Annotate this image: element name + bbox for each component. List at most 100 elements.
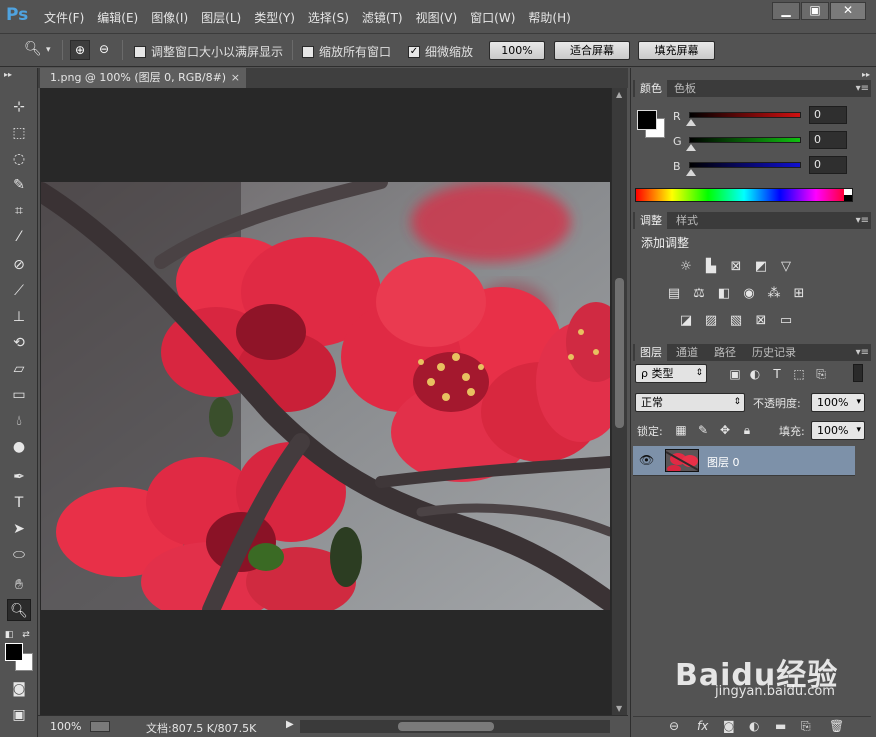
menu-file[interactable]: 文件(F) [44, 9, 84, 26]
restore-button[interactable]: ▣ [801, 2, 829, 20]
menu-view[interactable]: 视图(V) [416, 9, 458, 26]
exposure-icon[interactable]: ◩ [752, 259, 770, 275]
tab-adjustments[interactable]: 调整 [635, 212, 667, 229]
history-brush-tool-icon[interactable]: ⟲ [7, 332, 31, 354]
menu-help[interactable]: 帮助(H) [528, 9, 570, 26]
brush-tool-icon[interactable]: ⟋ [7, 280, 31, 302]
threshold-icon[interactable]: ▧ [727, 313, 745, 329]
scrubby-zoom-checkbox[interactable]: ✓ 细微缩放 [408, 43, 473, 60]
selective-color-icon[interactable]: ⊠ [752, 313, 770, 329]
blend-mode-dropdown[interactable]: 正常 ⇕ [635, 393, 745, 412]
menu-type[interactable]: 类型(Y) [254, 9, 295, 26]
quick-mask-icon[interactable]: ◙ [7, 678, 31, 700]
tab-swatches[interactable]: 色板 [669, 80, 701, 97]
collapse-panels-icon[interactable]: ▸▸ [862, 70, 870, 79]
resize-windows-checkbox[interactable]: 调整窗口大小以满屏显示 [134, 43, 283, 60]
zoom-tool-icon[interactable]: 🔍︎ [7, 599, 31, 621]
black-white-swatch[interactable] [844, 189, 852, 201]
scroll-thumb[interactable] [615, 278, 624, 428]
green-slider-track[interactable] [689, 137, 801, 143]
levels-icon[interactable]: ▙ [702, 259, 720, 275]
slider-handle[interactable] [686, 119, 696, 126]
slider-handle[interactable] [686, 169, 696, 176]
add-mask-icon[interactable]: ◙ [723, 719, 735, 733]
document-image[interactable] [41, 182, 610, 610]
filter-toggle[interactable] [853, 364, 863, 382]
panel-menu-icon[interactable]: ▾≡ [856, 344, 869, 361]
blur-tool-icon[interactable]: 💧︎ [7, 410, 31, 432]
invert-icon[interactable]: ◪ [677, 313, 695, 329]
fit-screen-button[interactable]: 适合屏幕 [554, 41, 630, 60]
visibility-eye-icon[interactable]: 👁︎ [639, 453, 654, 467]
posterize-icon[interactable]: ▨ [702, 313, 720, 329]
menu-select[interactable]: 选择(S) [308, 9, 349, 26]
hue-saturation-icon[interactable]: ▤ [665, 286, 683, 302]
scroll-up-icon[interactable]: ▲ [616, 90, 622, 99]
blue-value-input[interactable]: 0 [809, 156, 847, 174]
scroll-down-icon[interactable]: ▼ [616, 704, 622, 713]
black-white-icon[interactable]: ◧ [715, 286, 733, 302]
actual-pixels-button[interactable]: 100% [489, 41, 545, 60]
collapse-icon[interactable]: ▸▸ [4, 70, 12, 79]
tab-history[interactable]: 历史记录 [747, 344, 801, 361]
red-value-input[interactable]: 0 [809, 106, 847, 124]
menu-layer[interactable]: 图层(L) [201, 9, 241, 26]
tab-styles[interactable]: 样式 [671, 212, 703, 229]
dodge-tool-icon[interactable]: ● [7, 436, 31, 458]
delete-layer-icon[interactable]: 🗑︎ [829, 719, 844, 733]
menu-window[interactable]: 窗口(W) [470, 9, 515, 26]
close-tab-icon[interactable]: × [231, 68, 240, 88]
document-tab[interactable]: 1.png @ 100% (图层 0, RGB/8#) × [40, 68, 246, 88]
lock-transparent-icon[interactable]: ▦ [673, 423, 689, 437]
filter-shape-icon[interactable]: ⬚ [791, 367, 807, 381]
status-menu-arrow-icon[interactable]: ▶ [286, 719, 294, 730]
fill-screen-button[interactable]: 填充屏幕 [638, 41, 715, 60]
chevron-down-icon[interactable]: ▾ [46, 45, 51, 55]
fill-input[interactable]: 100% ▾ [811, 421, 865, 440]
checkbox-box-checked[interactable]: ✓ [408, 45, 420, 58]
tab-layers[interactable]: 图层 [635, 344, 667, 361]
filter-adjustment-icon[interactable]: ◐ [747, 367, 763, 381]
clone-stamp-tool-icon[interactable]: ⊥ [7, 306, 31, 328]
vertical-scrollbar[interactable]: ▲ ▼ [611, 88, 627, 715]
color-balance-icon[interactable]: ⚖ [690, 286, 708, 302]
gradient-map-icon[interactable]: ▭ [777, 313, 795, 329]
marquee-tool-icon[interactable]: ⬚ [7, 122, 31, 144]
status-zoom-level[interactable]: 100% [50, 720, 81, 733]
zoom-in-button[interactable]: ⊕ [70, 40, 90, 60]
checkbox-box[interactable] [302, 45, 314, 58]
tab-color[interactable]: 颜色 [635, 80, 667, 97]
lock-image-icon[interactable]: ✎ [695, 423, 711, 437]
horizontal-scrollbar[interactable] [300, 720, 610, 733]
path-selection-tool-icon[interactable]: ➤ [7, 518, 31, 540]
type-tool-icon[interactable]: T [7, 492, 31, 514]
eraser-tool-icon[interactable]: ▱ [7, 358, 31, 380]
ellipse-tool-icon[interactable]: ⬭ [7, 544, 31, 566]
eyedropper-tool-icon[interactable]: ⁄ [7, 226, 31, 248]
layer-style-icon[interactable]: fx [697, 719, 708, 733]
color-panel-foreground-swatch[interactable] [637, 110, 657, 130]
lasso-tool-icon[interactable]: ◌ [7, 148, 31, 170]
tab-paths[interactable]: 路径 [709, 344, 741, 361]
slider-handle[interactable] [686, 144, 696, 151]
panel-menu-icon[interactable]: ▾≡ [856, 212, 869, 229]
pen-tool-icon[interactable]: ✒ [7, 466, 31, 488]
filter-type-icon[interactable]: T [769, 367, 785, 381]
zoom-all-windows-checkbox[interactable]: 缩放所有窗口 [302, 43, 391, 60]
hand-tool-icon[interactable]: ✋︎ [7, 574, 31, 596]
brightness-contrast-icon[interactable]: ☼ [677, 259, 695, 275]
layer-filter-dropdown[interactable]: ρ 类型 ⇕ [635, 364, 707, 383]
foreground-color-swatch[interactable] [5, 643, 23, 661]
blue-slider-track[interactable] [689, 162, 801, 168]
color-lookup-icon[interactable]: ⊞ [790, 286, 808, 302]
curves-icon[interactable]: ⊠ [727, 259, 745, 275]
screen-mode-icon[interactable]: ▣ [7, 704, 31, 726]
opacity-input[interactable]: 100% ▾ [811, 393, 865, 412]
crop-tool-icon[interactable]: ⌗ [7, 200, 31, 222]
photo-filter-icon[interactable]: ◉ [740, 286, 758, 302]
new-layer-icon[interactable]: ⎘ [801, 719, 811, 734]
layer-item[interactable]: 👁︎ 图层 0 [633, 446, 855, 476]
filter-pixel-icon[interactable]: ▣ [727, 367, 743, 381]
checkbox-box[interactable] [134, 45, 146, 58]
lock-all-icon[interactable]: 🔒︎ [739, 423, 755, 438]
